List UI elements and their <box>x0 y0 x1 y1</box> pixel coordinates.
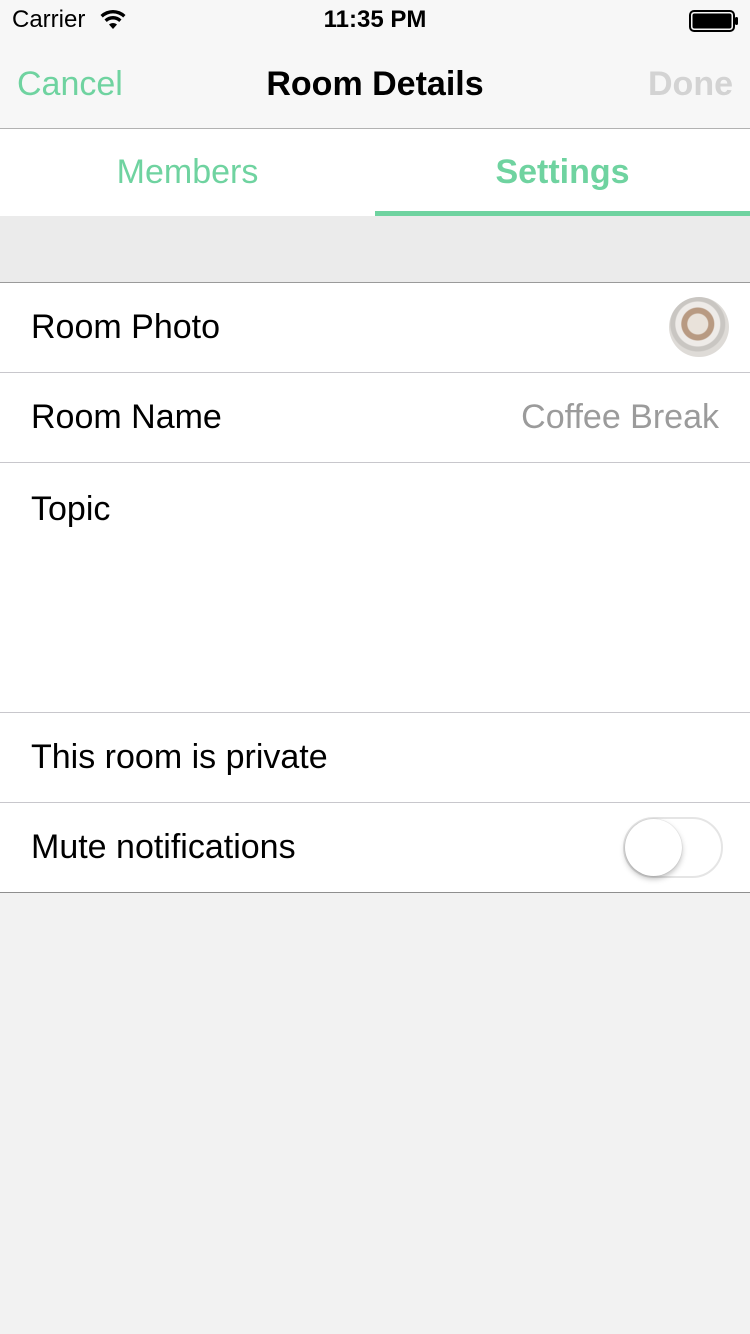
done-button[interactable]: Done <box>648 40 733 128</box>
room-name-field[interactable]: Coffee Break <box>521 373 719 462</box>
room-photo-row[interactable]: Room Photo <box>0 283 750 373</box>
topic-label: Topic <box>31 490 111 528</box>
tab-bar: Members Settings <box>0 129 750 216</box>
tab-settings[interactable]: Settings <box>375 129 750 216</box>
settings-list: Room Photo Room Name Coffee Break Topic … <box>0 283 750 893</box>
room-name-row[interactable]: Room Name Coffee Break <box>0 373 750 463</box>
mute-notifications-row: Mute notifications <box>0 803 750 893</box>
private-room-label: This room is private <box>31 738 328 776</box>
mute-notifications-label: Mute notifications <box>31 828 296 866</box>
tab-members[interactable]: Members <box>0 129 375 216</box>
topic-row[interactable]: Topic <box>0 463 750 713</box>
section-spacer <box>0 216 750 283</box>
navigation-bar: Room Details Cancel Done <box>0 40 750 129</box>
room-photo-thumbnail[interactable] <box>669 297 729 357</box>
private-room-row: This room is private <box>0 713 750 803</box>
room-photo-label: Room Photo <box>31 308 220 346</box>
status-bar: Carrier 11:35 PM <box>0 0 750 40</box>
battery-icon <box>689 10 738 32</box>
toggle-knob <box>625 819 682 876</box>
room-name-label: Room Name <box>31 398 222 436</box>
status-time: 11:35 PM <box>323 6 427 33</box>
mute-notifications-toggle[interactable] <box>623 817 723 878</box>
cancel-button[interactable]: Cancel <box>17 40 123 128</box>
